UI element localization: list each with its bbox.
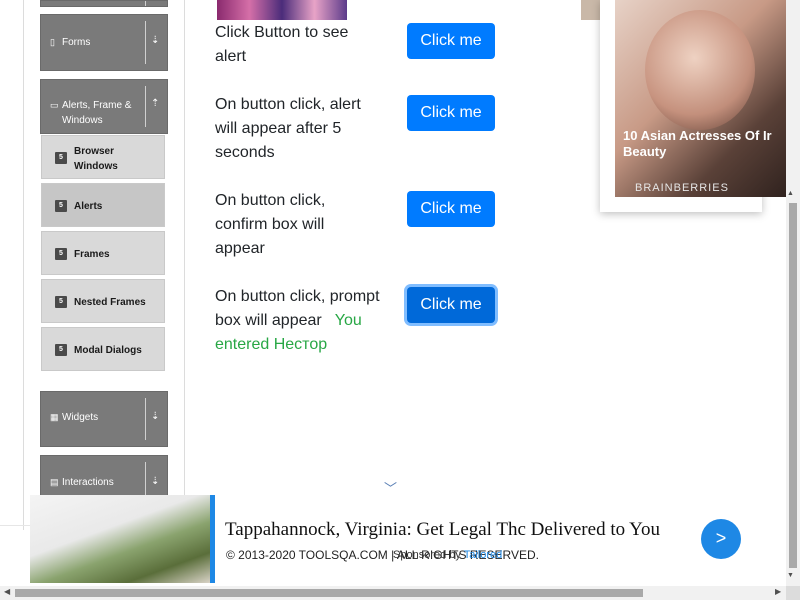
window-icon: ▭	[50, 100, 59, 110]
sidebar-item-frames[interactable]: 5 Frames	[41, 231, 165, 275]
vertical-scrollbar-thumb[interactable]	[789, 203, 797, 568]
confirm-button[interactable]: Click me	[407, 191, 495, 227]
ad-brand: BRAINBERRIES	[635, 182, 729, 194]
sidebar-item-label: Browser Windows	[74, 146, 118, 172]
banner-go-button[interactable]: >	[701, 519, 741, 559]
sidebar-item-alerts[interactable]: 5 Alerts	[41, 183, 165, 227]
group-label: Interactions	[62, 477, 114, 488]
grid-icon: ▦	[50, 412, 59, 422]
document-icon: ▯	[50, 37, 55, 47]
sidebar-item-label: Frames	[74, 249, 110, 260]
ad-title[interactable]: 10 Asian Actresses Of Ir Beauty	[623, 128, 800, 160]
confirm-row-text: On button click, confirm box will appear	[215, 192, 326, 257]
collapse-icon[interactable]: ⇡	[151, 98, 159, 109]
expand-icon[interactable]: ⇣	[151, 35, 159, 46]
timer-alert-button[interactable]: Click me	[407, 95, 495, 131]
html5-icon: 5	[55, 248, 67, 260]
group-label: Widgets	[62, 412, 99, 423]
html5-icon: 5	[55, 344, 67, 356]
banner-sponsor: Sponsored by Tailored	[393, 549, 502, 561]
sidebar-right-border	[184, 0, 185, 530]
header-image	[217, 0, 347, 20]
sidebar-item-label: Nested Frames	[74, 297, 146, 308]
sidebar-item-modal-dialogs[interactable]: 5 Modal Dialogs	[41, 327, 165, 371]
alert-row-text: Click Button to see alert	[215, 24, 349, 65]
scroll-down-icon[interactable]: ▼	[787, 572, 794, 579]
list-icon: ▤	[50, 477, 59, 487]
scroll-left-icon[interactable]: ◀	[4, 587, 10, 596]
scrollbar-corner	[786, 586, 800, 600]
banner-accent-bar	[210, 495, 215, 583]
group-divider	[145, 398, 146, 440]
sidebar-item-browser-windows[interactable]: 5 Browser Windows	[41, 135, 165, 179]
sidebar-item-label: Modal Dialogs	[74, 345, 142, 356]
html5-icon: 5	[55, 200, 67, 212]
sidebar-item-label: Alerts	[74, 201, 103, 212]
html5-icon: 5	[55, 152, 67, 164]
sponsor-prefix: Sponsored by	[393, 549, 461, 561]
prompt-button[interactable]: Click me	[407, 287, 495, 323]
expand-icon[interactable]: ⇣	[151, 476, 159, 487]
scroll-right-icon[interactable]: ▶	[775, 587, 781, 596]
sidebar-group-elements[interactable]	[40, 0, 168, 7]
sidebar-left-border	[23, 0, 24, 530]
scroll-up-icon[interactable]: ▲	[787, 190, 794, 197]
prompt-row: On button click, prompt box will appear …	[215, 285, 385, 357]
group-label: Forms	[62, 37, 91, 48]
ad-photo[interactable]	[615, 0, 800, 197]
sidebar-item-nested-frames[interactable]: 5 Nested Frames	[41, 279, 165, 323]
sidebar-group-widgets[interactable]: ▦ Widgets ⇣	[40, 391, 168, 447]
expand-icon[interactable]: ⇣	[151, 411, 159, 422]
sidebar-group-alerts-frame-windows[interactable]: ▭ Alerts, Frame & Windows ⇡	[40, 79, 168, 134]
alert-button[interactable]: Click me	[407, 23, 495, 59]
ad-face-image	[645, 10, 755, 130]
banner-title[interactable]: Tappahannock, Virginia: Get Legal Thc De…	[225, 519, 660, 541]
banner-image[interactable]	[30, 495, 210, 583]
group-divider	[145, 21, 146, 64]
page: ▯ Forms ⇣ ▭ Alerts, Frame & Windows ⇡ 5 …	[0, 0, 800, 600]
html5-icon: 5	[55, 296, 67, 308]
sidebar-group-forms[interactable]: ▯ Forms ⇣	[40, 14, 168, 71]
group-divider	[145, 86, 146, 127]
horizontal-scrollbar-thumb[interactable]	[15, 589, 643, 597]
group-divider	[145, 1, 146, 6]
timer-alert-row-text: On button click, alert will appear after…	[215, 96, 361, 161]
sponsor-name[interactable]: Tailored	[464, 549, 503, 561]
group-label: Alerts, Frame & Windows	[62, 100, 132, 126]
